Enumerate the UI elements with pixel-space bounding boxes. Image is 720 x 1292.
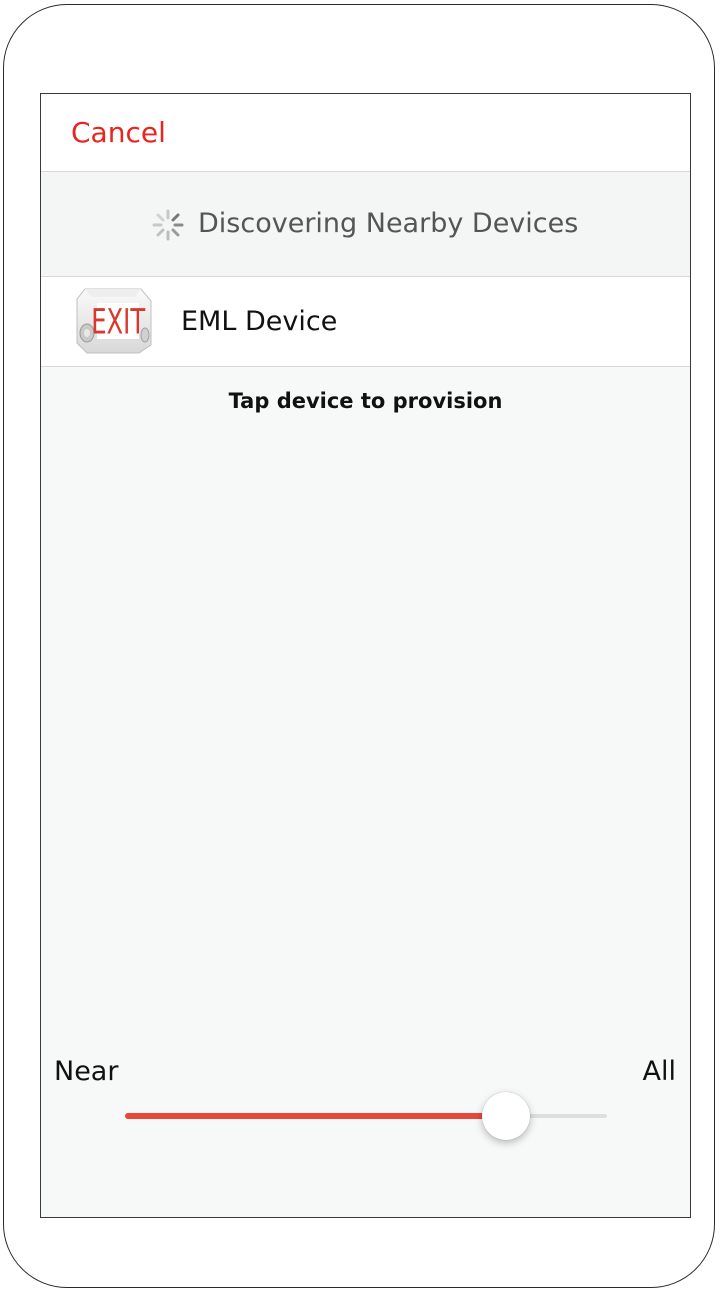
- app-screen: Cancel Discovering Nearby Devices EXIT E…: [40, 93, 691, 1218]
- exit-sign-text: EXIT: [91, 302, 146, 342]
- exit-sign-icon: EXIT: [76, 288, 152, 354]
- device-name: EML Device: [181, 306, 338, 337]
- slider-min-label: Near: [54, 1056, 119, 1087]
- navigation-bar: Cancel: [41, 94, 690, 172]
- range-slider[interactable]: [125, 1092, 607, 1140]
- slider-max-label: All: [642, 1056, 676, 1087]
- discovery-status-text: Discovering Nearby Devices: [198, 208, 579, 239]
- activity-spinner-icon: [152, 209, 184, 241]
- slider-thumb[interactable]: [482, 1092, 530, 1140]
- discovery-status-bar: Discovering Nearby Devices: [41, 172, 690, 277]
- device-list-item[interactable]: EXIT EML Device: [41, 277, 690, 367]
- phone-frame: Cancel Discovering Nearby Devices EXIT E…: [3, 4, 715, 1288]
- slider-fill: [125, 1113, 506, 1119]
- cancel-button[interactable]: Cancel: [71, 114, 166, 152]
- provision-hint: Tap device to provision: [228, 389, 503, 413]
